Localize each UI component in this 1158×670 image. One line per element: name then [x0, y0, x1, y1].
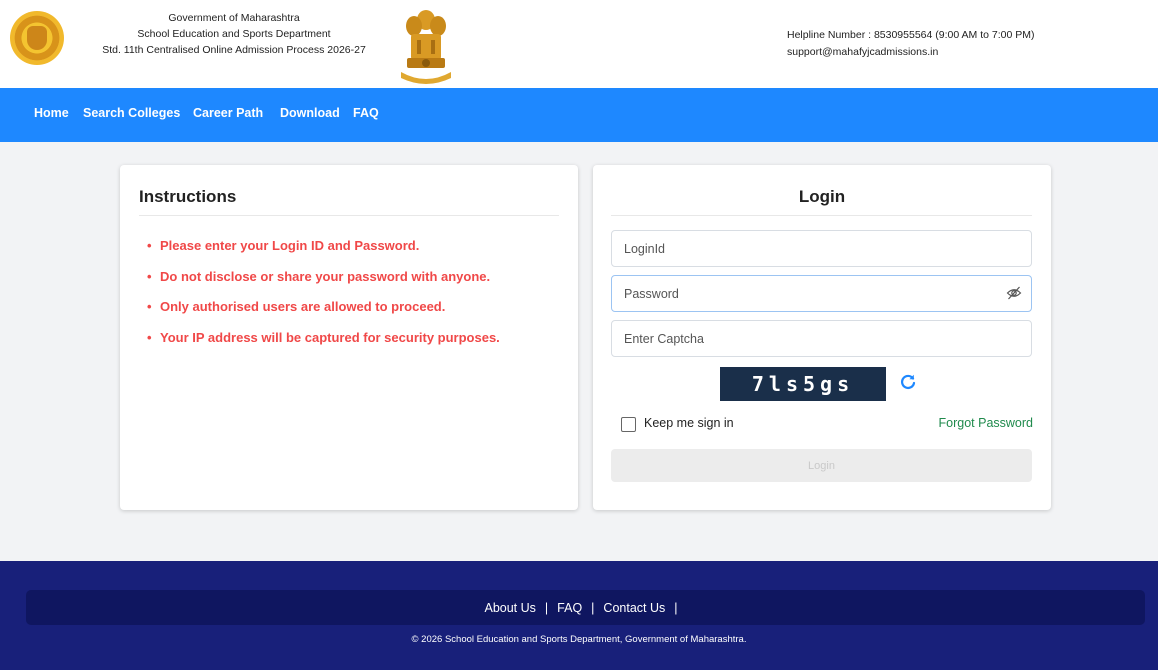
- footer-faq-link[interactable]: FAQ: [557, 601, 582, 615]
- footer-separator: |: [544, 600, 549, 615]
- nav-faq[interactable]: FAQ: [353, 106, 379, 120]
- login-id-input[interactable]: [611, 230, 1032, 267]
- login-button[interactable]: Login: [611, 449, 1032, 482]
- login-card: Login 7ls5gs Keep me sign in Forgot Pass…: [593, 165, 1051, 510]
- captcha-input[interactable]: [611, 320, 1032, 357]
- helpline-block: Helpline Number : 8530955564 (9:00 AM to…: [787, 27, 1034, 61]
- password-input[interactable]: [611, 275, 1032, 312]
- eye-slash-icon[interactable]: [1006, 285, 1022, 301]
- instruction-item: Your IP address will be captured for sec…: [147, 323, 500, 354]
- instructions-divider: [139, 215, 559, 216]
- national-emblem-icon: [401, 10, 451, 84]
- site-footer: About Us | FAQ | Contact Us | © 2026 Sch…: [0, 561, 1158, 670]
- keep-signed-in-checkbox[interactable]: [621, 417, 636, 432]
- support-email[interactable]: support@mahafyjcadmissions.in: [787, 44, 1034, 61]
- maharashtra-seal-icon: [10, 11, 64, 65]
- header-line-3: Std. 11th Centralised Online Admission P…: [102, 44, 366, 56]
- instructions-title: Instructions: [139, 187, 237, 206]
- instructions-list: Please enter your Login ID and Password.…: [147, 231, 500, 353]
- nav-download[interactable]: Download: [280, 106, 340, 120]
- header-line-1: Government of Maharashtra: [168, 12, 300, 24]
- footer-about-us-link[interactable]: About Us: [484, 601, 535, 615]
- instruction-item: Please enter your Login ID and Password.: [147, 231, 500, 262]
- footer-links-bar: About Us | FAQ | Contact Us |: [26, 590, 1145, 625]
- instructions-card: Instructions Please enter your Login ID …: [120, 165, 578, 510]
- keep-signed-in-label: Keep me sign in: [644, 416, 734, 430]
- copyright-text: © 2026 School Education and Sports Depar…: [411, 634, 747, 645]
- captcha-image: 7ls5gs: [720, 367, 886, 401]
- footer-separator: |: [674, 600, 678, 615]
- site-header: Government of Maharashtra School Educati…: [0, 0, 1158, 88]
- nav-home[interactable]: Home: [34, 106, 69, 120]
- footer-separator: |: [591, 600, 595, 615]
- main-nav: Home Search Colleges Career Path Downloa…: [0, 88, 1158, 142]
- header-line-2: School Education and Sports Department: [137, 28, 331, 40]
- helpline-number: Helpline Number : 8530955564 (9:00 AM to…: [787, 29, 1035, 41]
- header-titles: Government of Maharashtra School Educati…: [84, 10, 384, 58]
- instruction-item: Only authorised users are allowed to pro…: [147, 292, 500, 323]
- login-title: Login: [798, 187, 846, 206]
- footer-contact-us-link[interactable]: Contact Us: [603, 601, 665, 615]
- nav-search-colleges[interactable]: Search Colleges: [83, 106, 180, 120]
- instruction-item: Do not disclose or share your password w…: [147, 262, 500, 293]
- forgot-password-link[interactable]: Forgot Password: [939, 416, 1033, 430]
- login-divider: [611, 215, 1032, 216]
- refresh-icon[interactable]: [899, 373, 917, 391]
- nav-career-path[interactable]: Career Path: [193, 106, 263, 120]
